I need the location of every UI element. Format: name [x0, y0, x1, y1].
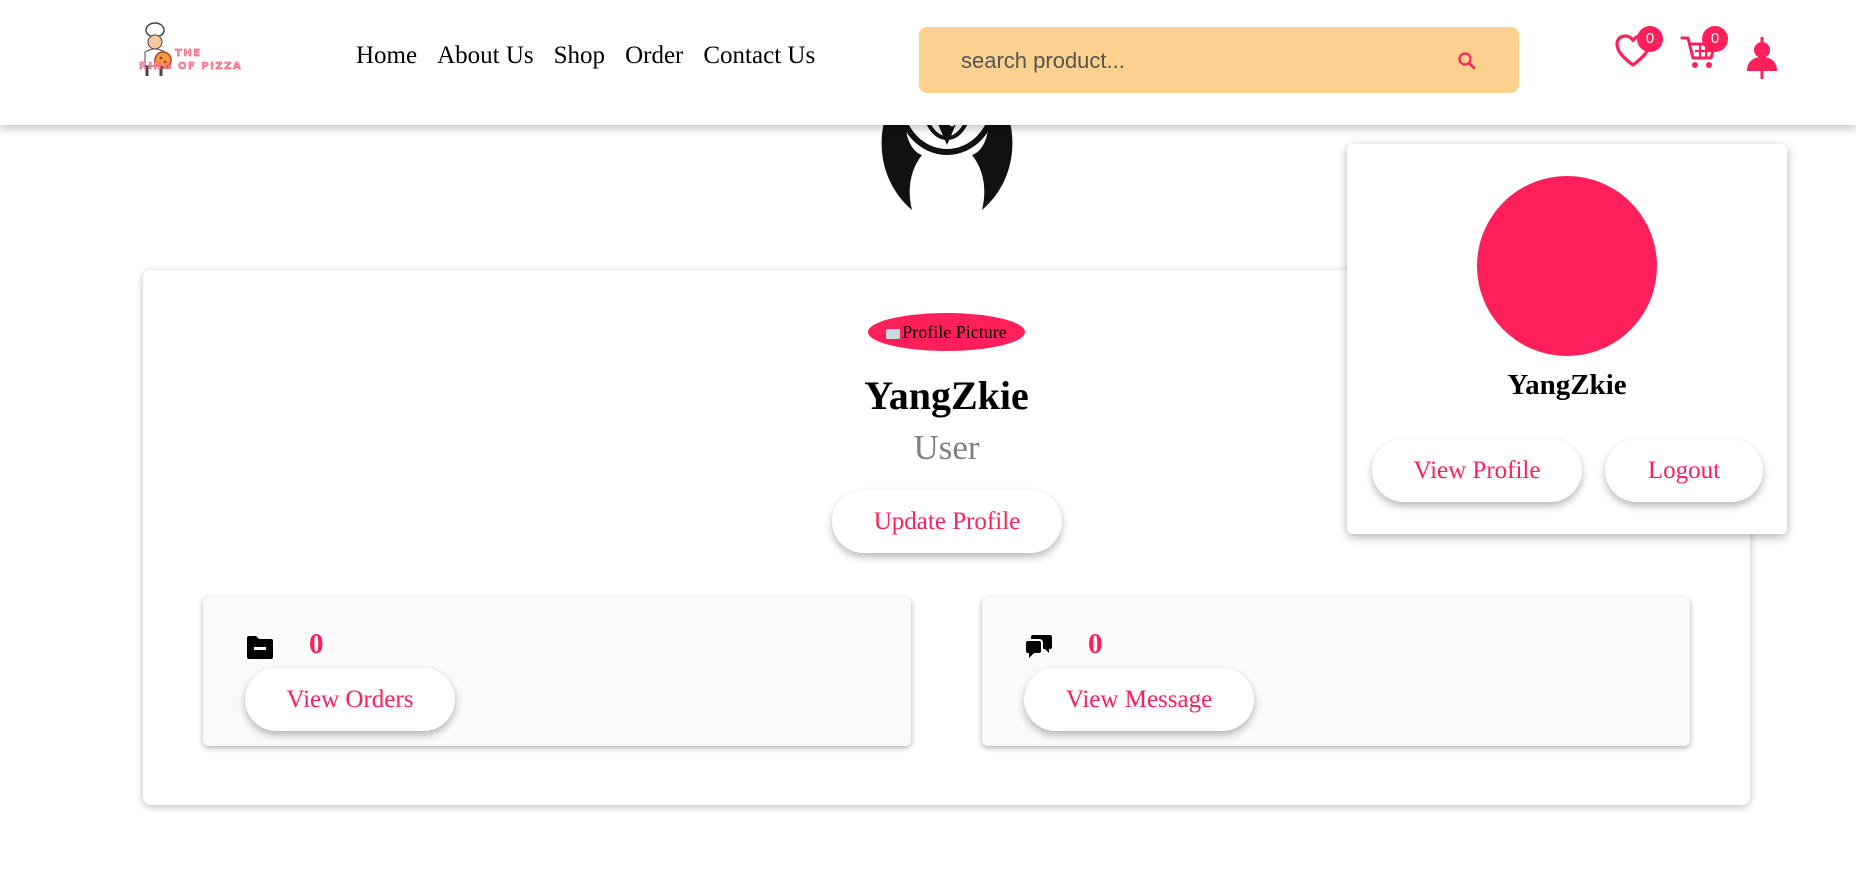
logo-text-top: THE: [175, 48, 202, 59]
nav-contact-us[interactable]: Contact Us: [703, 42, 815, 70]
user-icon: [1747, 37, 1777, 79]
broken-image-icon: [886, 328, 901, 339]
view-message-button[interactable]: View Message: [1024, 668, 1254, 731]
site-header: THE RING OF PIZZA Home About Us Shop Ord…: [0, 0, 1856, 125]
profile-picture-alt: Profile Picture: [902, 322, 1007, 342]
update-profile-button[interactable]: Update Profile: [832, 490, 1062, 553]
comments-icon: [1026, 635, 1052, 658]
profile-picture: Profile Picture: [868, 313, 1025, 351]
nav-home[interactable]: Home: [356, 42, 417, 70]
messages-count: 0: [1088, 628, 1103, 660]
nav-about-us[interactable]: About Us: [437, 42, 534, 70]
search-bar: [919, 27, 1519, 95]
nav-order[interactable]: Order: [625, 42, 683, 70]
logo-text-bottom: RING OF PIZZA: [139, 61, 243, 72]
orders-count: 0: [309, 628, 324, 660]
search-icon[interactable]: [1457, 51, 1477, 71]
logo[interactable]: THE RING OF PIZZA: [137, 20, 247, 78]
dropdown-username: YangZkie: [1507, 369, 1627, 401]
dropdown-avatar: [1477, 176, 1657, 356]
nav-shop[interactable]: Shop: [554, 42, 605, 70]
cart-button[interactable]: 0: [1680, 26, 1728, 75]
view-orders-button[interactable]: View Orders: [245, 668, 455, 731]
search-input[interactable]: [959, 27, 1443, 95]
wishlist-button[interactable]: 0: [1615, 26, 1663, 73]
user-menu-button[interactable]: [1745, 37, 1779, 86]
cart-count-badge: 0: [1702, 26, 1728, 52]
main-nav: Home About Us Shop Order Contact Us: [356, 42, 835, 70]
wishlist-count-badge: 0: [1637, 26, 1663, 52]
folder-minus-icon: [247, 636, 273, 659]
view-profile-button[interactable]: View Profile: [1372, 439, 1582, 502]
logout-button[interactable]: Logout: [1605, 439, 1763, 502]
